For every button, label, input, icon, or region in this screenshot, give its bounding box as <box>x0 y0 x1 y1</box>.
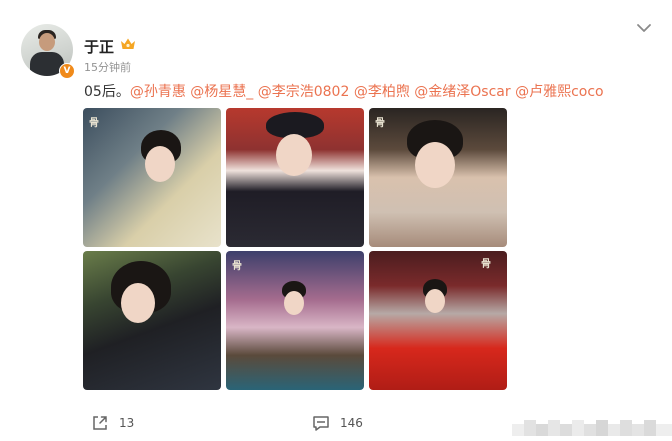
watermark: 骨 <box>481 259 491 270</box>
photo-6[interactable]: 骨 <box>369 251 507 390</box>
mention-link[interactable]: @孙青惠 <box>130 84 186 100</box>
watermark: 骨 <box>232 261 242 272</box>
photo-1[interactable]: 骨 <box>83 108 221 247</box>
mention-link[interactable]: @李柏煦 <box>354 84 410 100</box>
share-button[interactable]: 13 <box>91 414 134 432</box>
photo-3[interactable]: 骨 <box>369 108 507 247</box>
timestamp[interactable]: 15分钟前 <box>84 59 131 75</box>
username[interactable]: 于正 <box>84 36 114 57</box>
verified-badge: V <box>59 63 75 79</box>
comment-button[interactable]: 146 <box>312 414 363 432</box>
post-text-prefix: 05后。 <box>84 84 130 100</box>
comment-icon <box>313 416 329 431</box>
mention-link[interactable]: @李宗浩0802 <box>258 84 350 100</box>
photo-grid: 骨 骨 骨 骨 <box>83 108 507 390</box>
chevron-down-icon[interactable] <box>636 22 652 34</box>
blurred-overlay <box>512 420 672 436</box>
post-text: 05后。@孙青惠 @杨星慧_ @李宗浩0802 @李柏煦 @金绪泽Oscar @… <box>84 81 604 101</box>
photo-4[interactable] <box>83 251 221 390</box>
comment-count: 146 <box>340 416 363 430</box>
share-icon <box>93 416 107 430</box>
mention-link[interactable]: @金绪泽Oscar <box>414 84 510 100</box>
watermark: 骨 <box>89 118 99 129</box>
mention-link[interactable]: @卢雅熙coco <box>515 84 604 100</box>
watermark: 骨 <box>375 118 385 129</box>
photo-5[interactable]: 骨 <box>226 251 364 390</box>
crown-icon <box>121 38 135 49</box>
share-count: 13 <box>119 416 135 430</box>
photo-2[interactable] <box>226 108 364 247</box>
mention-link[interactable]: @杨星慧_ <box>190 84 253 100</box>
